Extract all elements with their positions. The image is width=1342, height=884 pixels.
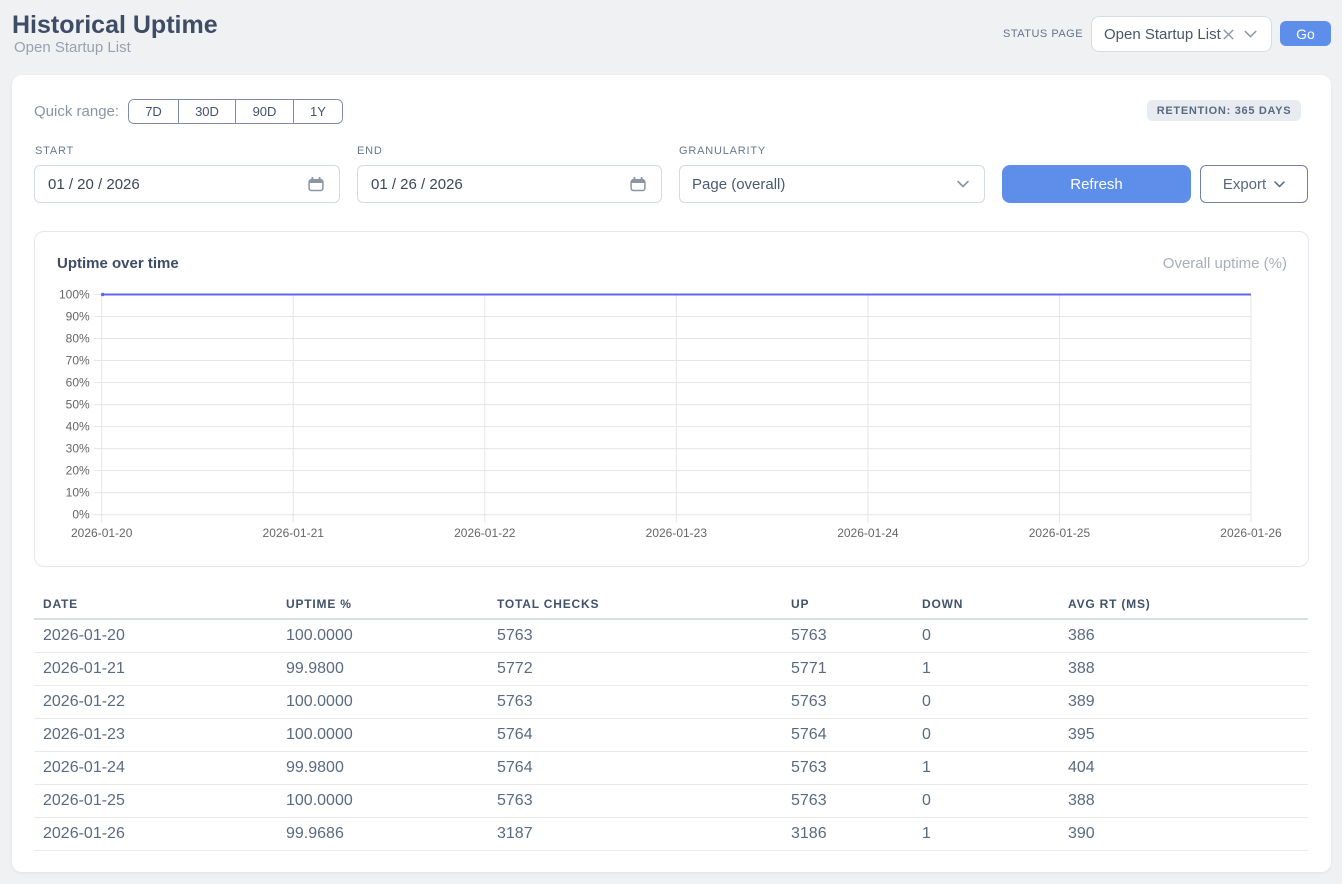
svg-text:2026-01-22: 2026-01-22 xyxy=(454,526,516,540)
svg-text:2026-01-26: 2026-01-26 xyxy=(1220,526,1282,540)
svg-text:60%: 60% xyxy=(66,376,90,390)
svg-text:10%: 10% xyxy=(66,486,90,500)
svg-text:100%: 100% xyxy=(59,288,90,302)
svg-text:2026-01-24: 2026-01-24 xyxy=(837,526,899,540)
svg-text:30%: 30% xyxy=(66,442,90,456)
svg-text:2026-01-23: 2026-01-23 xyxy=(646,526,708,540)
svg-text:20%: 20% xyxy=(66,464,90,478)
svg-text:70%: 70% xyxy=(66,354,90,368)
svg-text:2026-01-25: 2026-01-25 xyxy=(1029,526,1091,540)
svg-text:40%: 40% xyxy=(66,420,90,434)
svg-text:2026-01-20: 2026-01-20 xyxy=(71,526,133,540)
svg-text:0%: 0% xyxy=(72,508,90,522)
svg-text:50%: 50% xyxy=(66,398,90,412)
svg-text:80%: 80% xyxy=(66,332,90,346)
svg-text:2026-01-21: 2026-01-21 xyxy=(263,526,325,540)
svg-text:90%: 90% xyxy=(66,310,90,324)
